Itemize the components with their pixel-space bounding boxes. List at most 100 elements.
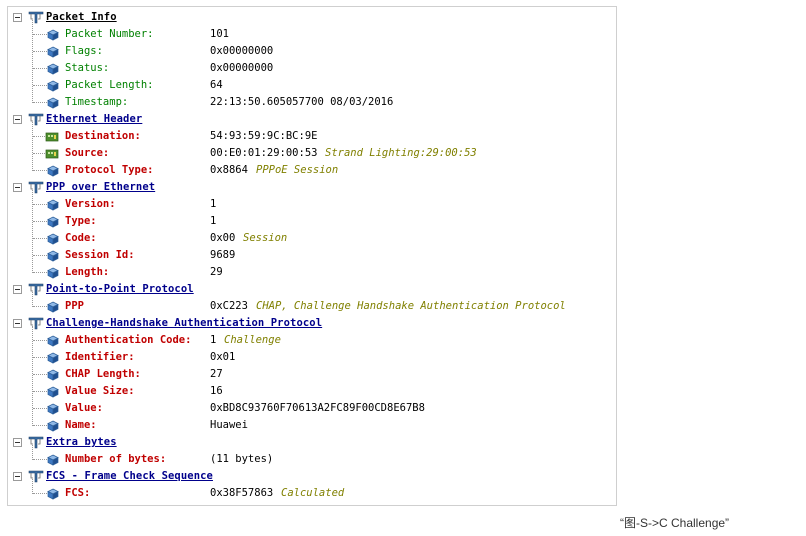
field-name: Identifier: <box>65 351 135 363</box>
field-value: 101 <box>210 28 229 40</box>
tree-branch-line <box>33 374 47 375</box>
field-value: 64 <box>210 79 223 91</box>
field-cube-icon <box>47 420 59 432</box>
field-name: Number of bytes: <box>65 453 167 465</box>
network-adapter-icon <box>45 148 59 160</box>
field-row[interactable]: Packet Number: 101 <box>8 26 616 43</box>
field-cube-icon <box>47 403 59 415</box>
field-value: 54:93:59:9C:BC:9E <box>210 130 318 142</box>
field-row[interactable]: Identifier: 0x01 <box>8 349 616 366</box>
tree-branch-line <box>33 221 47 222</box>
field-name: Protocol Type: <box>65 164 154 176</box>
protocol-section-icon <box>28 469 44 483</box>
collapse-toggle-icon[interactable] <box>13 319 22 328</box>
field-name: Packet Length: <box>65 79 154 91</box>
field-row[interactable]: Value Size: 16 <box>8 383 616 400</box>
protocol-section-icon <box>28 112 44 126</box>
tree-branch-line <box>33 272 47 273</box>
field-row[interactable]: Timestamp: 22:13:50.605057700 08/03/2016 <box>8 94 616 111</box>
field-name: Code: <box>65 232 97 244</box>
section-header[interactable]: Packet Info <box>8 9 616 26</box>
field-row[interactable]: Status: 0x00000000 <box>8 60 616 77</box>
field-name: Version: <box>65 198 116 210</box>
field-row[interactable]: Session Id: 9689 <box>8 247 616 264</box>
field-row[interactable]: Version: 1 <box>8 196 616 213</box>
section-header[interactable]: Challenge-Handshake Authentication Proto… <box>8 315 616 332</box>
field-row[interactable]: Source: 00:E0:01:29:00:53 Strand Lighting:… <box>8 145 616 162</box>
field-annotation: Strand Lighting:29:00:53 <box>325 147 477 159</box>
collapse-toggle-icon[interactable] <box>13 472 22 481</box>
field-name: Source: <box>65 147 110 159</box>
field-row[interactable]: Destination: 54:93:59:9C:BC:9E <box>8 128 616 145</box>
field-cube-icon <box>47 488 59 500</box>
field-name: Destination: <box>65 130 141 142</box>
protocol-section-icon <box>28 316 44 330</box>
section-header[interactable]: PPP over Ethernet <box>8 179 616 196</box>
tree-branch-line <box>33 391 47 392</box>
field-name: PPP <box>65 300 84 312</box>
field-cube-icon <box>47 250 59 262</box>
tree-branch-line <box>33 493 47 494</box>
field-value: 0x01 <box>210 351 236 363</box>
field-cube-icon <box>47 199 59 211</box>
field-cube-icon <box>47 352 59 364</box>
section-header[interactable]: Extra bytes <box>8 434 616 451</box>
field-name: Flags: <box>65 45 103 57</box>
field-value: 29 <box>210 266 223 278</box>
field-cube-icon <box>47 216 59 228</box>
field-row[interactable]: Length: 29 <box>8 264 616 281</box>
field-name: Value: <box>65 402 103 414</box>
field-row[interactable]: Protocol Type: 0x8864 PPPoE Session <box>8 162 616 179</box>
section-point-to-point-protocol: Point-to-Point Protocol PPP 0xC223 CHAP, Ch… <box>8 281 616 315</box>
collapse-toggle-icon[interactable] <box>13 285 22 294</box>
field-row[interactable]: Code: 0x00 Session <box>8 230 616 247</box>
info-cube-icon <box>47 63 59 75</box>
section-header[interactable]: Point-to-Point Protocol <box>8 281 616 298</box>
field-row[interactable]: Name: Huawei <box>8 417 616 434</box>
field-annotation: CHAP, Challenge Handshake Authentication… <box>256 300 566 312</box>
collapse-toggle-icon[interactable] <box>13 115 22 124</box>
field-row[interactable]: Authentication Code: 1 Challenge <box>8 332 616 349</box>
section-title: Extra bytes <box>46 436 117 448</box>
field-name: Length: <box>65 266 110 278</box>
section-header[interactable]: FCS - Frame Check Sequence <box>8 468 616 485</box>
info-cube-icon <box>47 80 59 92</box>
field-name: Timestamp: <box>65 96 129 108</box>
tree-branch-line <box>33 34 47 35</box>
section-ethernet-header: Ethernet Header Destination: 54:93:59:9C:B… <box>8 111 616 179</box>
tree-branch-line <box>33 425 47 426</box>
field-row[interactable]: Packet Length: 64 <box>8 77 616 94</box>
section-title: Challenge-Handshake Authentication Proto… <box>46 317 323 329</box>
field-value: 22:13:50.605057700 08/03/2016 <box>210 96 394 108</box>
field-name: Type: <box>65 215 97 227</box>
field-annotation: Calculated <box>281 487 345 499</box>
tree-branch-line <box>33 102 47 103</box>
info-cube-icon <box>47 29 59 41</box>
field-value: 9689 <box>210 249 236 261</box>
section-header[interactable]: Ethernet Header <box>8 111 616 128</box>
field-name: FCS: <box>65 487 91 499</box>
field-row[interactable]: CHAP Length: 27 <box>8 366 616 383</box>
tree-branch-line <box>33 408 47 409</box>
field-row[interactable]: FCS: 0x38F57863 Calculated <box>8 485 616 502</box>
field-row[interactable]: PPP 0xC223 CHAP, Challenge Handshake Authe… <box>8 298 616 315</box>
field-row[interactable]: Type: 1 <box>8 213 616 230</box>
field-cube-icon <box>47 233 59 245</box>
section-fcs-frame-check-sequence: FCS - Frame Check Sequence FCS: 0x38F57863… <box>8 468 616 502</box>
collapse-toggle-icon[interactable] <box>13 13 22 22</box>
field-name: Packet Number: <box>65 28 154 40</box>
figure-caption: “图-S->C Challenge” <box>620 516 730 530</box>
field-row[interactable]: Value: 0xBD8C93760F70613A2FC89F00CD8E67B8 <box>8 400 616 417</box>
decode-tree: Packet Info Packet Number: 101 Flags: 0x0000… <box>8 9 616 502</box>
collapse-toggle-icon[interactable] <box>13 183 22 192</box>
field-value: 0x38F57863 <box>210 487 274 499</box>
field-row[interactable]: Number of bytes: (11 bytes) <box>8 451 616 468</box>
section-title: Packet Info <box>46 11 117 23</box>
collapse-toggle-icon[interactable] <box>13 438 22 447</box>
protocol-section-icon <box>28 10 44 24</box>
field-value: 1 <box>210 334 217 346</box>
field-row[interactable]: Flags: 0x00000000 <box>8 43 616 60</box>
field-value: 27 <box>210 368 223 380</box>
packet-decode-panel[interactable]: Packet Info Packet Number: 101 Flags: 0x0000… <box>7 6 617 506</box>
network-adapter-icon <box>45 131 59 143</box>
